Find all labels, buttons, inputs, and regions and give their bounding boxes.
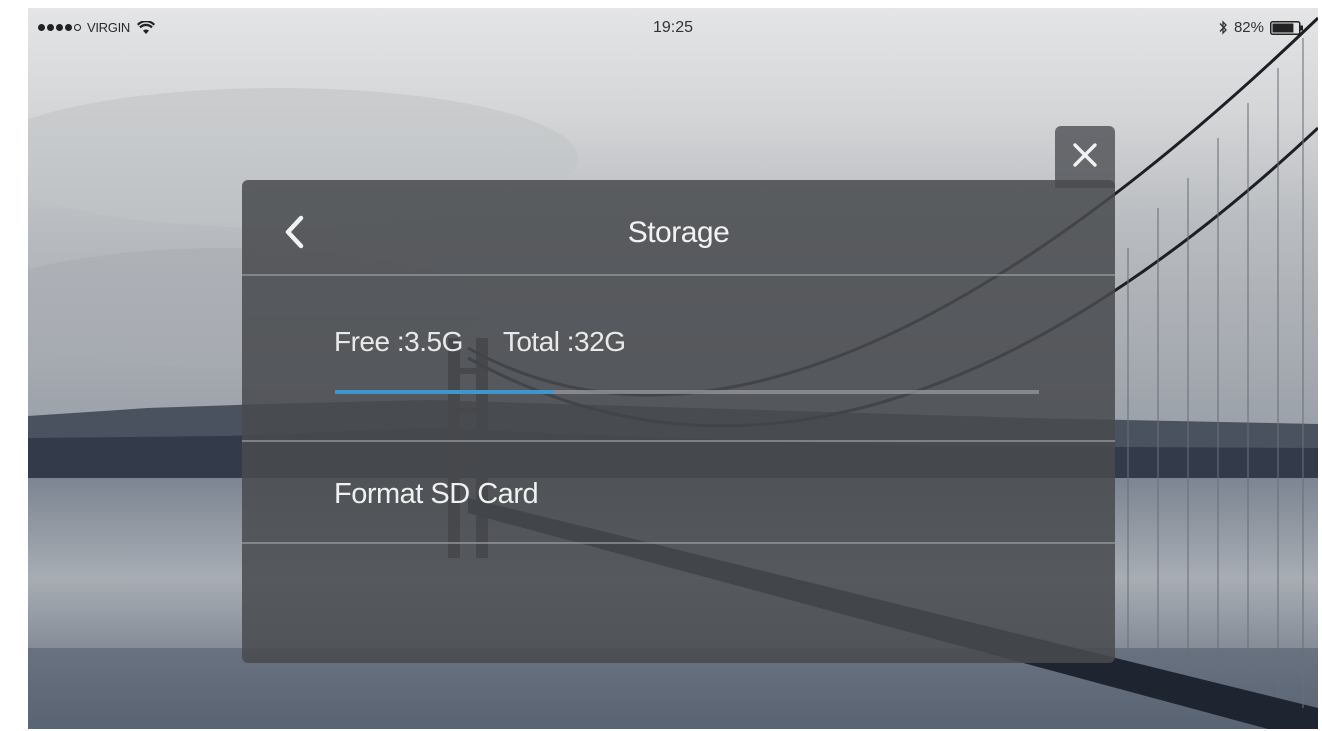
storage-usage-bar — [335, 390, 1039, 394]
header-divider — [242, 274, 1115, 276]
status-bar: VIRGIN 19:25 82% — [28, 8, 1318, 50]
app-screen: VIRGIN 19:25 82% Storage Free: 3.5G Tot… — [28, 8, 1318, 729]
status-time: 19:25 — [652, 19, 694, 36]
battery-icon — [1270, 20, 1303, 35]
total-value: 32G — [574, 326, 626, 357]
bottom-divider — [242, 542, 1115, 544]
free-label: Free : — [334, 326, 405, 357]
format-sd-card-label: Format SD Card — [334, 478, 539, 510]
modal-header: Storage — [242, 180, 1115, 274]
free-value: 3.5G — [404, 326, 463, 357]
bluetooth-icon — [1219, 20, 1227, 35]
close-icon — [1073, 143, 1097, 167]
storage-info: Free : 3.5G Total : 32G — [334, 326, 626, 358]
battery-percent: 82% — [1233, 19, 1264, 36]
modal-title: Storage — [627, 216, 730, 249]
storage-modal: Storage Free : 3.5G Total : 32G Format S… — [242, 180, 1115, 663]
total-label: Total : — [502, 326, 575, 357]
storage-usage-fill — [335, 390, 554, 394]
close-button[interactable] — [1055, 126, 1115, 188]
status-right: 82% — [1218, 19, 1304, 36]
format-sd-card-button[interactable]: Format SD Card — [242, 442, 1115, 542]
